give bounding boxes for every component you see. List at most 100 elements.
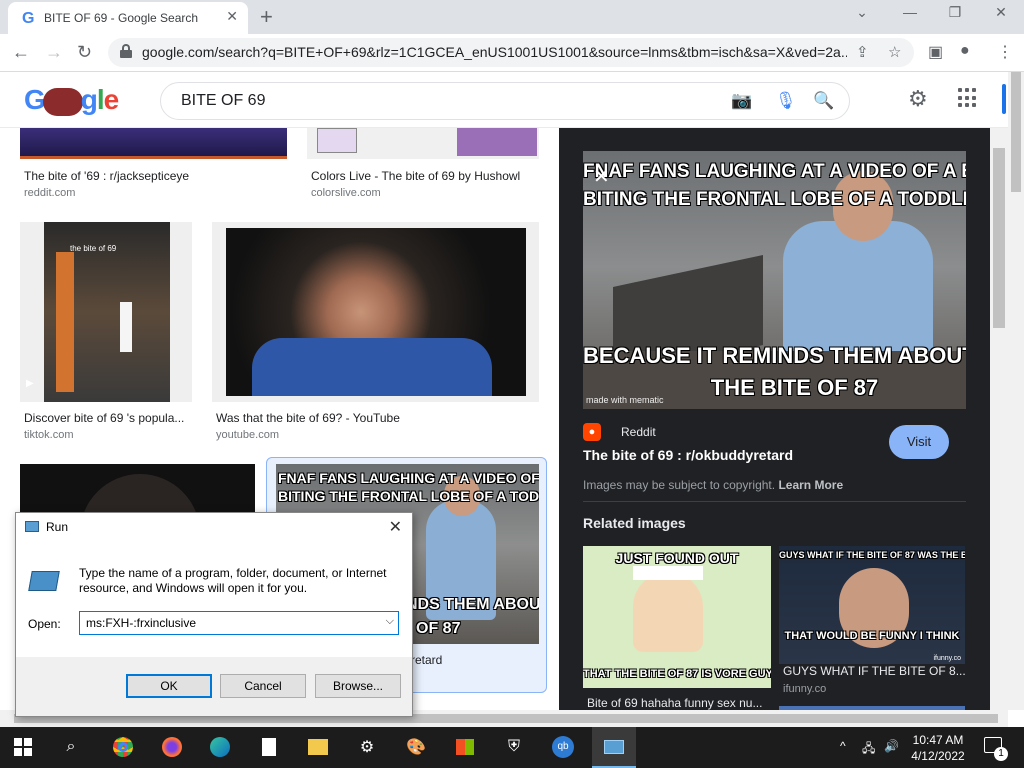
browse-button[interactable]: Browse... xyxy=(315,674,401,698)
qb-app-icon[interactable]: qb xyxy=(548,733,578,761)
tab-google-search[interactable]: G BITE OF 69 - Google Search ✕ xyxy=(8,2,248,34)
result-source[interactable]: youtube.com xyxy=(216,429,279,441)
preview-top-text-line1: FNAF FANS LAUGHING AT A VIDEO OF A BEAR xyxy=(583,161,966,182)
firefox-icon[interactable] xyxy=(157,733,187,761)
start-windows-icon[interactable] xyxy=(8,733,38,761)
meme-top-text-line1: FNAF FANS LAUGHING AT A VIDEO OF A BEAR xyxy=(278,470,539,486)
lock-icon[interactable] xyxy=(120,44,132,58)
open-input[interactable]: ms:FXH-:frxinclusive xyxy=(86,616,196,630)
result-source[interactable]: reddit.com xyxy=(24,187,75,199)
visit-button[interactable]: Visit xyxy=(889,425,949,459)
chevron-down-icon[interactable]: ⌵ xyxy=(386,615,394,628)
clock[interactable]: 10:47 AM 4/12/2022 xyxy=(898,732,978,764)
volume-icon[interactable]: 🔊 xyxy=(884,739,899,753)
restore-button[interactable]: ❐ xyxy=(935,4,975,21)
new-tab-button[interactable]: + xyxy=(260,4,273,30)
result-source[interactable]: tiktok.com xyxy=(24,429,74,441)
related-bottom-text: THAT WOULD BE FUNNY I THINK xyxy=(784,630,960,642)
close-tab-icon[interactable]: ✕ xyxy=(226,8,238,25)
result-title[interactable]: Discover bite of 69 's popula... xyxy=(24,411,184,425)
settings-gear-icon[interactable]: ⚙ xyxy=(908,86,928,112)
copyright-notice: Images may be subject to copyright. Lear… xyxy=(583,478,843,492)
search-icon[interactable]: 🔍 xyxy=(813,91,834,111)
notepad-file-icon[interactable] xyxy=(254,733,284,761)
microphone-icon[interactable]: 🎙 xyxy=(775,91,797,111)
related-bottom-text: THAT THE BITE OF 87 IS VORE GUYS xyxy=(583,668,771,680)
related-title[interactable]: Bite of 69 hahaha funny sex nu... xyxy=(587,696,762,710)
url-text[interactable]: google.com/search?q=BITE+OF+69&rlz=1C1GC… xyxy=(142,44,847,60)
tab-strip: G BITE OF 69 - Google Search ✕ + ⌄ — ❐ ✕ xyxy=(0,0,1024,34)
run-app-icon xyxy=(25,521,39,532)
panel-scrollbar[interactable] xyxy=(990,128,1008,710)
learn-more-link[interactable]: Learn More xyxy=(778,478,843,492)
reddit-icon: ● xyxy=(583,423,601,441)
notification-badge: 1 xyxy=(994,747,1008,761)
mematic-watermark: made with mematic xyxy=(586,395,664,405)
search-box[interactable]: BITE OF 69 📷 🎙 🔍 xyxy=(160,82,850,120)
google-apps-icon[interactable] xyxy=(958,88,978,108)
run-app-icon[interactable] xyxy=(599,733,629,761)
preview-top-text-line2: BITING THE FRONTAL LOBE OF A TODDLER xyxy=(583,189,966,210)
camera-search-icon[interactable]: 📷 xyxy=(731,91,752,111)
google-logo[interactable]: Ggle xyxy=(24,84,119,116)
file-explorer-icon[interactable] xyxy=(303,733,333,761)
meme-top-text-line2: BITING THE FRONTAL LOBE OF A TODDLER xyxy=(278,488,539,504)
date: 4/12/2022 xyxy=(911,749,965,763)
related-title[interactable]: GUYS WHAT IF THE BITE OF 8... xyxy=(783,664,966,678)
more-menu-icon[interactable]: ⋮ xyxy=(997,42,1013,62)
browser-toolbar: ← → ↻ google.com/search?q=BITE+OF+69&rlz… xyxy=(0,34,1024,72)
open-combobox[interactable]: ms:FXH-:frxinclusive ⌵ xyxy=(79,611,399,635)
paint-palette-icon[interactable]: 🎨 xyxy=(401,733,431,761)
google-favicon-icon: G xyxy=(22,10,35,27)
forward-button[interactable]: → xyxy=(45,42,63,63)
run-close-button[interactable]: ✕ xyxy=(389,517,402,537)
tray-overflow-chevron-icon[interactable]: ^ xyxy=(840,739,846,753)
run-titlebar[interactable]: Run ✕ xyxy=(16,513,412,541)
search-input[interactable]: BITE OF 69 xyxy=(181,92,265,110)
related-source[interactable]: ifunny.co xyxy=(783,683,826,695)
run-description: Type the name of a program, folder, docu… xyxy=(79,566,387,595)
result-source[interactable]: colorslive.com xyxy=(311,187,381,199)
result-thumbnail-jacksepticeye[interactable] xyxy=(20,128,287,159)
share-icon[interactable]: ⇪ xyxy=(856,43,869,61)
preview-title[interactable]: The bite of 69 : r/okbuddyretard xyxy=(583,447,793,463)
cancel-button[interactable]: Cancel xyxy=(220,674,306,698)
result-thumbnail-tiktok[interactable]: the bite of 69 ▶ xyxy=(20,222,192,402)
preview-bottom-text-line2: THE BITE OF 87 xyxy=(710,375,879,400)
minimize-button[interactable]: — xyxy=(890,4,930,20)
related-images-heading: Related images xyxy=(583,515,686,531)
ok-button[interactable]: OK xyxy=(126,674,212,698)
run-program-icon xyxy=(28,571,60,591)
result-title[interactable]: The bite of '69 : r/jacksepticeye xyxy=(24,169,189,183)
back-button[interactable]: ← xyxy=(12,42,30,63)
edge-icon[interactable] xyxy=(205,733,235,761)
address-bar[interactable]: google.com/search?q=BITE+OF+69&rlz=1C1GC… xyxy=(108,38,914,67)
related-image-peter[interactable]: JUST FOUND OUT THAT THE BITE OF 87 IS VO… xyxy=(583,546,771,688)
thumbnail-caption: the bite of 69 xyxy=(70,244,117,253)
tab-search-chevron-icon[interactable]: ⌄ xyxy=(842,4,882,21)
side-panel-icon[interactable]: ▣ xyxy=(928,42,943,62)
meme-bottom-text-line1: NDS THEM ABOUT xyxy=(406,596,539,613)
related-image-markiplier[interactable]: GUYS WHAT IF THE BITE OF 87 WAS THE BITE… xyxy=(779,546,965,664)
close-window-button[interactable]: ✕ xyxy=(981,4,1021,21)
result-title[interactable]: Colors Live - The bite of 69 by Hushowl xyxy=(311,169,520,183)
page-vertical-scrollbar[interactable] xyxy=(1008,72,1024,710)
bookmark-star-icon[interactable]: ☆ xyxy=(888,43,901,61)
reload-button[interactable]: ↻ xyxy=(77,42,92,63)
close-panel-icon[interactable]: ✕ xyxy=(593,164,610,189)
network-icon[interactable]: 🖧 xyxy=(862,739,875,760)
source-name[interactable]: Reddit xyxy=(621,425,656,439)
search-icon[interactable]: ⌕ xyxy=(56,733,86,761)
result-title[interactable]: Was that the bite of 69? - YouTube xyxy=(216,411,400,425)
result-thumbnail-youtube[interactable] xyxy=(212,222,539,402)
settings-gear-icon[interactable]: ⚙ xyxy=(352,733,382,761)
copyright-text: Images may be subject to copyright. xyxy=(583,478,776,492)
chrome-icon[interactable] xyxy=(108,733,138,761)
run-title: Run xyxy=(46,520,69,534)
result-thumbnail-colorslive[interactable] xyxy=(307,128,539,159)
run-dialog: Run ✕ Type the name of a program, folder… xyxy=(15,512,413,717)
security-shield-icon[interactable]: ⛨ xyxy=(499,733,529,761)
profile-avatar-icon[interactable]: ● xyxy=(960,42,970,60)
store-bag-icon[interactable] xyxy=(450,733,480,761)
preview-image[interactable]: FNAF FANS LAUGHING AT A VIDEO OF A BEAR … xyxy=(583,151,966,409)
